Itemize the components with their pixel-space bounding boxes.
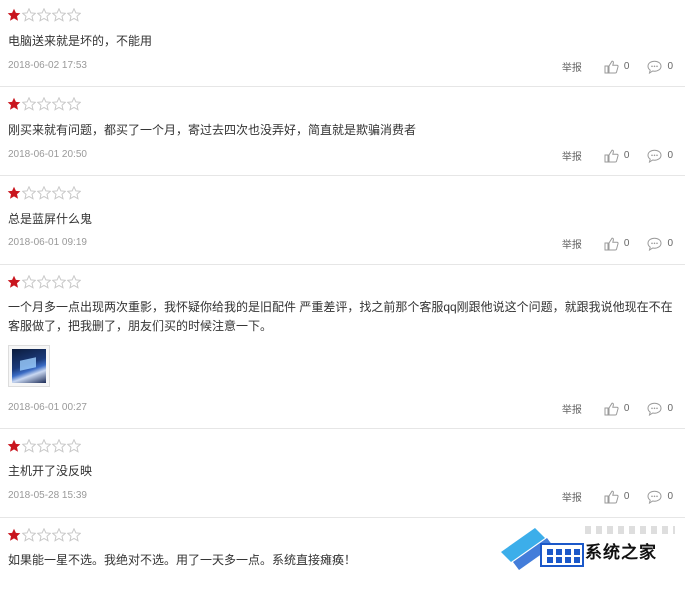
like-button[interactable]: 0 bbox=[604, 60, 630, 74]
review-text: 主机开了没反映 bbox=[8, 464, 93, 478]
like-button[interactable]: 0 bbox=[604, 149, 630, 163]
star-empty-icon bbox=[67, 97, 81, 111]
site-logo-icon bbox=[501, 528, 584, 570]
star-empty-icon bbox=[67, 439, 81, 453]
star-empty-icon bbox=[22, 275, 36, 289]
review-item: 电脑送来就是坏的，不能用 2018-06-02 17:53 举报 0 0 bbox=[0, 0, 685, 87]
review-photo-thumbnail[interactable] bbox=[8, 345, 50, 387]
review-photo bbox=[12, 349, 46, 383]
review-date: 2018-06-02 17:53 bbox=[8, 60, 87, 71]
comment-count: 0 bbox=[667, 238, 673, 249]
thumbs-up-icon bbox=[604, 149, 619, 163]
star-empty-icon bbox=[37, 528, 51, 542]
like-button[interactable]: 0 bbox=[604, 237, 630, 251]
star-empty-icon bbox=[22, 439, 36, 453]
comment-count: 0 bbox=[667, 491, 673, 502]
comment-count: 0 bbox=[667, 150, 673, 161]
like-count: 0 bbox=[623, 238, 630, 249]
thumbs-up-icon bbox=[604, 60, 619, 74]
review-date: 2018-05-28 15:39 bbox=[8, 490, 87, 501]
report-button[interactable]: 举报 bbox=[562, 59, 582, 74]
star-filled-icon bbox=[7, 528, 21, 541]
review-text: 电脑送来就是坏的，不能用 bbox=[8, 34, 153, 48]
review-actions: 举报 0 0 bbox=[562, 489, 673, 504]
watermark-text: 系统之家 bbox=[585, 543, 657, 563]
report-button[interactable]: 举报 bbox=[562, 489, 582, 504]
photo-highlight bbox=[20, 357, 36, 371]
comment-button[interactable]: 0 bbox=[647, 149, 673, 163]
review-date: 2018-06-01 00:27 bbox=[8, 402, 87, 413]
comment-count: 0 bbox=[667, 61, 673, 72]
comment-bubble-icon bbox=[647, 60, 662, 74]
star-empty-icon bbox=[22, 97, 36, 111]
review-item: 总是蓝屏什么鬼 2018-06-01 09:19 举报 0 0 bbox=[0, 176, 685, 265]
comment-button[interactable]: 0 bbox=[647, 60, 673, 74]
comment-bubble-icon bbox=[647, 402, 662, 416]
site-watermark: 系统之家 bbox=[487, 518, 685, 576]
like-count: 0 bbox=[623, 491, 630, 502]
review-actions: 举报 0 0 bbox=[562, 236, 673, 251]
comment-bubble-icon bbox=[647, 490, 662, 504]
rating-stars bbox=[7, 275, 81, 289]
star-empty-icon bbox=[52, 275, 66, 289]
report-button[interactable]: 举报 bbox=[562, 401, 582, 416]
review-text: 一个月多一点出现两次重影，我怀疑你给我的是旧配件 严重差评，找之前那个客服qq刚… bbox=[8, 300, 673, 333]
review-date: 2018-06-01 09:19 bbox=[8, 237, 87, 248]
rating-stars bbox=[7, 186, 81, 200]
thumbs-up-icon bbox=[604, 237, 619, 251]
comment-button[interactable]: 0 bbox=[647, 490, 673, 504]
like-button[interactable]: 0 bbox=[604, 490, 630, 504]
star-empty-icon bbox=[22, 186, 36, 200]
star-filled-icon bbox=[7, 186, 21, 199]
rating-stars bbox=[7, 528, 81, 542]
star-filled-icon bbox=[7, 97, 21, 110]
star-empty-icon bbox=[37, 186, 51, 200]
watermark-stripes bbox=[585, 526, 675, 534]
star-empty-icon bbox=[37, 439, 51, 453]
review-item: 一个月多一点出现两次重影，我怀疑你给我的是旧配件 严重差评，找之前那个客服qq刚… bbox=[0, 265, 685, 429]
review-text: 总是蓝屏什么鬼 bbox=[8, 212, 93, 226]
star-empty-icon bbox=[37, 275, 51, 289]
report-button[interactable]: 举报 bbox=[562, 236, 582, 251]
star-empty-icon bbox=[22, 528, 36, 542]
like-count: 0 bbox=[623, 403, 630, 414]
review-actions: 举报 0 0 bbox=[562, 401, 673, 416]
star-filled-icon bbox=[7, 275, 21, 288]
review-actions: 举报 0 0 bbox=[562, 148, 673, 163]
star-filled-icon bbox=[7, 8, 21, 21]
thumbs-up-icon bbox=[604, 402, 619, 416]
star-empty-icon bbox=[52, 528, 66, 542]
star-empty-icon bbox=[67, 186, 81, 200]
review-actions: 举报 0 0 bbox=[562, 59, 673, 74]
review-item: 刚买来就有问题，都买了一个月，寄过去四次也没弄好，简直就是欺骗消费者 2018-… bbox=[0, 87, 685, 176]
star-empty-icon bbox=[67, 8, 81, 22]
comment-bubble-icon bbox=[647, 237, 662, 251]
star-empty-icon bbox=[67, 275, 81, 289]
report-button[interactable]: 举报 bbox=[562, 148, 582, 163]
star-filled-icon bbox=[7, 439, 21, 452]
comment-button[interactable]: 0 bbox=[647, 237, 673, 251]
thumbs-up-icon bbox=[604, 490, 619, 504]
star-empty-icon bbox=[52, 97, 66, 111]
star-empty-icon bbox=[52, 439, 66, 453]
star-empty-icon bbox=[37, 8, 51, 22]
star-empty-icon bbox=[52, 8, 66, 22]
rating-stars bbox=[7, 8, 81, 22]
like-count: 0 bbox=[623, 61, 630, 72]
rating-stars bbox=[7, 439, 81, 453]
rating-stars bbox=[7, 97, 81, 111]
star-empty-icon bbox=[37, 97, 51, 111]
like-count: 0 bbox=[623, 150, 630, 161]
star-empty-icon bbox=[67, 528, 81, 542]
review-text: 刚买来就有问题，都买了一个月，寄过去四次也没弄好，简直就是欺骗消费者 bbox=[8, 123, 417, 137]
review-date: 2018-06-01 20:50 bbox=[8, 149, 87, 160]
comment-bubble-icon bbox=[647, 149, 662, 163]
comment-count: 0 bbox=[667, 403, 673, 414]
like-button[interactable]: 0 bbox=[604, 402, 630, 416]
star-empty-icon bbox=[52, 186, 66, 200]
review-item: 主机开了没反映 2018-05-28 15:39 举报 0 0 bbox=[0, 429, 685, 518]
star-empty-icon bbox=[22, 8, 36, 22]
comment-button[interactable]: 0 bbox=[647, 402, 673, 416]
